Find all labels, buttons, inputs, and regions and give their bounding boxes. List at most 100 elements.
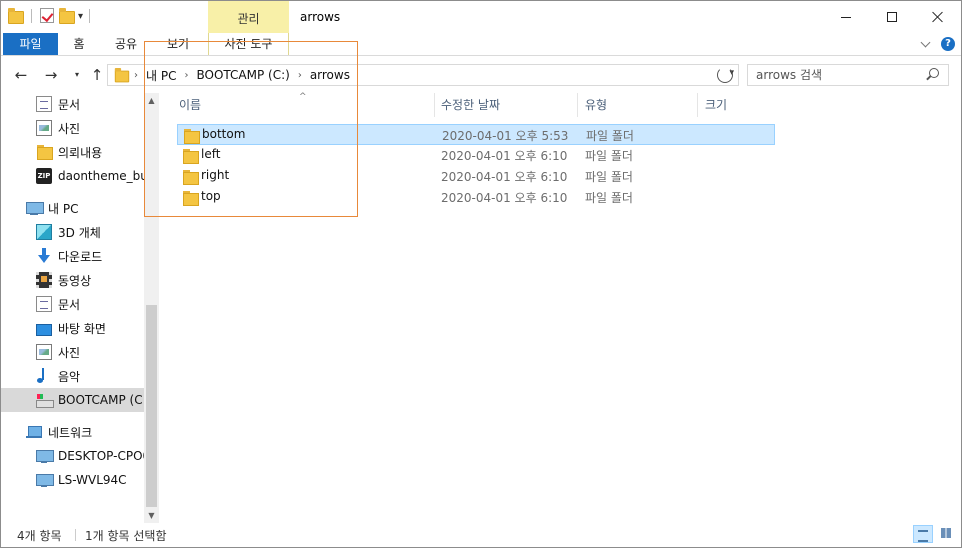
sidebar-item-label: 내 PC: [48, 201, 79, 216]
window-title: arrows: [300, 10, 341, 24]
sidebar-item-label: 문서: [58, 297, 81, 312]
back-button[interactable]: ←: [11, 65, 31, 85]
file-modified: 2020-04-01 오후 6:10: [441, 170, 568, 184]
sidebar-item-downloads[interactable]: 다운로드: [1, 244, 144, 268]
breadcrumb-separator[interactable]: ›: [130, 70, 142, 81]
new-folder-icon[interactable]: [58, 7, 76, 25]
properties-icon[interactable]: [38, 7, 56, 25]
large-icons-view-icon[interactable]: [937, 525, 957, 543]
column-divider[interactable]: [697, 93, 698, 117]
maximize-icon: [887, 12, 897, 22]
sidebar-item-label: 다운로드: [58, 249, 103, 264]
sidebar-item-label: 3D 개체: [58, 225, 101, 240]
sidebar-item-network-computer[interactable]: LS-WVL94C: [1, 468, 144, 492]
column-divider[interactable]: [434, 93, 435, 117]
sidebar-item-music[interactable]: 음악: [1, 364, 144, 388]
sidebar-item-label: 사진: [58, 121, 81, 136]
desktop-icon: [36, 324, 52, 336]
scrollbar-thumb[interactable]: [146, 305, 157, 507]
folder-icon[interactable]: [7, 7, 25, 25]
file-type: 파일 폴더: [585, 170, 633, 184]
highlight-annotation-box: [144, 41, 358, 217]
network-icon: [26, 424, 42, 440]
sidebar-item-zip[interactable]: ZIP daontheme_bus: [1, 164, 144, 188]
video-icon: [36, 272, 52, 288]
computer-icon: [36, 472, 54, 488]
arrow-up-icon: ↑: [90, 66, 104, 84]
tab-home[interactable]: 홈: [61, 33, 97, 55]
details-view-icon[interactable]: [913, 525, 933, 543]
tab-file[interactable]: 파일: [3, 33, 58, 55]
sidebar-item-videos[interactable]: 동영상: [1, 268, 144, 292]
close-button[interactable]: [915, 1, 961, 33]
3d-objects-icon: [36, 224, 52, 240]
sidebar-item-documents-pc[interactable]: 문서: [1, 292, 144, 316]
sidebar-item-pictures[interactable]: 사진: [1, 116, 144, 140]
column-header-type[interactable]: 유형: [585, 93, 607, 117]
sidebar-item-label: 의뢰내용: [58, 145, 103, 160]
sidebar-item-label: 동영상: [58, 273, 92, 288]
pictures-icon: [36, 120, 52, 136]
sidebar-item-bootcamp-drive[interactable]: BOOTCAMP (C:): [1, 388, 144, 412]
maximize-button[interactable]: [869, 1, 915, 33]
document-icon: [36, 96, 52, 112]
file-modified: 2020-04-01 오후 6:10: [441, 191, 568, 205]
title-bar: ▾ 관리 arrows: [1, 1, 961, 33]
navigation-pane: 문서 사진 의뢰내용 ZIP daontheme_bus 내 PC 3D 개체 …: [1, 93, 159, 523]
sidebar-item-label: DESKTOP-CPO0: [58, 449, 144, 463]
recent-locations-button[interactable]: ▾: [67, 65, 87, 85]
sidebar-item-label: 문서: [58, 97, 81, 112]
sidebar-item-label: LS-WVL94C: [58, 473, 127, 487]
search-icon: [929, 68, 939, 78]
sidebar-item-label: 음악: [58, 369, 81, 384]
computer-icon: [36, 448, 54, 464]
chevron-down-icon: ▾: [74, 70, 79, 79]
download-icon: [36, 248, 52, 264]
column-header-modified[interactable]: 수정한 날짜: [441, 93, 500, 117]
ribbon-controls: ?: [920, 37, 955, 51]
file-modified: 2020-04-01 오후 6:10: [441, 149, 568, 163]
column-divider[interactable]: [577, 93, 578, 117]
sidebar-item-pictures-pc[interactable]: 사진: [1, 340, 144, 364]
arrow-left-icon: ←: [14, 66, 28, 84]
sidebar-item-label: 네트워크: [48, 425, 93, 440]
sidebar-item-network-computer[interactable]: DESKTOP-CPO0: [1, 444, 144, 468]
sidebar-item-network[interactable]: 네트워크: [1, 420, 144, 444]
sidebar-item-label: 바탕 화면: [58, 321, 106, 336]
sidebar-item-label: daontheme_bus: [58, 169, 144, 183]
pictures-icon: [36, 344, 52, 360]
this-pc-icon: [26, 200, 44, 216]
sidebar-item-label: 사진: [58, 345, 81, 360]
context-tab-header: 관리: [208, 1, 289, 33]
toolbar-divider: [31, 9, 32, 23]
sidebar-item-label: BOOTCAMP (C:): [58, 393, 144, 407]
tab-share[interactable]: 공유: [105, 33, 147, 55]
sidebar-item-this-pc[interactable]: 내 PC: [1, 196, 144, 220]
item-count: 4개 항목: [17, 529, 62, 543]
search-input[interactable]: arrows 검색: [747, 64, 949, 86]
customize-toolbar-dropdown[interactable]: ▾: [78, 11, 83, 22]
refresh-icon[interactable]: [717, 67, 733, 83]
minimize-icon: [841, 16, 851, 18]
sidebar-item-folder[interactable]: 의뢰내용: [1, 140, 144, 164]
scroll-down-arrow-icon[interactable]: ▼: [144, 508, 159, 523]
drive-icon: [36, 392, 54, 408]
status-bar: 4개 항목 1개 항목 선택함: [1, 523, 961, 547]
toolbar-divider: [89, 9, 91, 23]
status-divider: [75, 529, 76, 541]
selection-count: 1개 항목 선택함: [85, 529, 167, 543]
file-type: 파일 폴더: [586, 129, 634, 143]
forward-button[interactable]: →: [41, 65, 61, 85]
close-icon: [932, 11, 944, 23]
up-button[interactable]: ↑: [87, 65, 107, 85]
music-icon: [36, 368, 52, 384]
column-header-size[interactable]: 크기: [705, 93, 727, 117]
sidebar-item-desktop[interactable]: 바탕 화면: [1, 316, 144, 340]
expand-ribbon-icon[interactable]: [920, 37, 931, 47]
file-type: 파일 폴더: [585, 149, 633, 163]
minimize-button[interactable]: [823, 1, 869, 33]
file-type: 파일 폴더: [585, 191, 633, 205]
sidebar-item-documents[interactable]: 문서: [1, 92, 144, 116]
sidebar-item-3d-objects[interactable]: 3D 개체: [1, 220, 144, 244]
help-icon[interactable]: ?: [941, 37, 955, 51]
